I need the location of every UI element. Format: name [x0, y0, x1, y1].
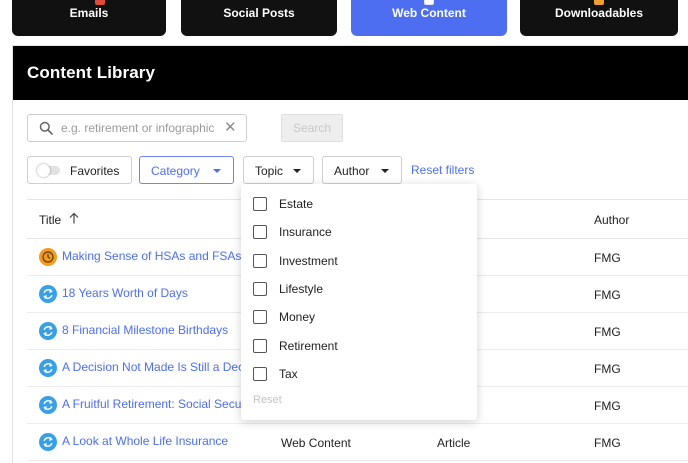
sync-icon: [39, 433, 57, 451]
row-title-link[interactable]: A Decision Not Made Is Still a Decision: [62, 360, 269, 374]
chevron-down-icon: [381, 169, 389, 173]
topic-option-label: Insurance: [279, 225, 332, 239]
checkbox[interactable]: [253, 282, 267, 296]
tab-social-posts[interactable]: Social Posts: [181, 0, 337, 36]
row-author: FMG: [594, 399, 621, 413]
row-author: FMG: [594, 436, 621, 450]
row-author: FMG: [594, 288, 621, 302]
row-author: FMG: [594, 325, 621, 339]
tab-downloadables-label: Downloadables: [554, 6, 643, 20]
topic-option-label: Estate: [279, 197, 314, 211]
column-author[interactable]: Author: [594, 213, 629, 227]
page-title: Content Library: [27, 63, 156, 82]
checkbox[interactable]: [253, 197, 267, 211]
search-box: ✕: [27, 114, 247, 142]
row-type: Web Content: [281, 436, 351, 450]
tab-web-content[interactable]: Web Content: [351, 0, 507, 36]
category-dropdown[interactable]: Category: [139, 156, 234, 184]
row-format: Article: [437, 436, 471, 450]
chevron-down-icon: [213, 169, 221, 173]
checkbox[interactable]: [253, 367, 267, 381]
email-icon: [95, 0, 105, 5]
author-label: Author: [334, 164, 370, 178]
topic-option-label: Tax: [279, 367, 298, 381]
clock-icon: [39, 248, 57, 266]
download-icon: [594, 0, 604, 5]
checkbox[interactable]: [253, 310, 267, 324]
topic-option-label: Lifestyle: [279, 282, 324, 296]
topic-option-investment[interactable]: Investment: [253, 252, 338, 270]
sync-icon: [39, 396, 57, 414]
search-icon: [39, 121, 53, 135]
toggle-knob: [37, 164, 50, 177]
checkbox[interactable]: [253, 339, 267, 353]
topic-option-tax[interactable]: Tax: [253, 365, 298, 383]
topic-reset-button[interactable]: Reset: [253, 394, 282, 406]
tab-emails-label: Emails: [69, 6, 109, 20]
topic-option-money[interactable]: Money: [253, 308, 315, 326]
panel-header: Content Library: [13, 46, 688, 100]
content-type-tabs: Emails Social Posts Web Content Download…: [0, 0, 688, 36]
tab-social-posts-label: Social Posts: [223, 6, 295, 20]
topic-dropdown-menu: Estate Insurance Investment Lifestyle Money R…: [241, 184, 477, 420]
topic-label: Topic: [255, 164, 284, 178]
search-input[interactable]: [61, 119, 226, 137]
row-title-link[interactable]: A Fruitful Retirement: Social Security: [62, 397, 257, 411]
sync-icon: [39, 285, 57, 303]
author-dropdown[interactable]: Author: [322, 156, 402, 184]
favorites-label: Favorites: [70, 164, 120, 178]
tab-downloadables[interactable]: Downloadables: [520, 0, 678, 36]
topic-option-lifestyle[interactable]: Lifestyle: [253, 280, 323, 298]
chevron-down-icon: [293, 169, 301, 173]
row-title-link[interactable]: 8 Financial Milestone Birthdays: [62, 323, 228, 337]
clear-icon[interactable]: ✕: [224, 120, 238, 136]
sort-arrow-up-icon[interactable]: [69, 212, 79, 224]
topic-option-estate[interactable]: Estate: [253, 195, 313, 213]
topic-option-retirement[interactable]: Retirement: [253, 337, 338, 355]
topic-dropdown[interactable]: Topic: [243, 156, 314, 184]
reset-filters-link[interactable]: Reset filters: [411, 163, 474, 177]
sync-icon: [39, 359, 57, 377]
row-title-link[interactable]: Making Sense of HSAs and FSAs: [62, 249, 241, 263]
web-icon: [424, 0, 434, 5]
toggle-switch[interactable]: [37, 164, 60, 177]
sync-icon: [39, 322, 57, 340]
tab-emails[interactable]: Emails: [12, 0, 166, 36]
column-title[interactable]: Title: [39, 213, 61, 227]
topic-option-insurance[interactable]: Insurance: [253, 223, 332, 241]
checkbox[interactable]: [253, 225, 267, 239]
topic-option-label: Money: [279, 310, 316, 324]
row-title-link[interactable]: 18 Years Worth of Days: [62, 286, 188, 300]
table-row[interactable]: A Look at Whole Life Insurance Web Conten…: [27, 424, 688, 461]
favorites-toggle[interactable]: Favorites: [27, 156, 132, 184]
topic-option-label: Retirement: [279, 339, 338, 353]
row-author: FMG: [594, 362, 621, 376]
checkbox[interactable]: [253, 254, 267, 268]
tab-web-content-label: Web Content: [392, 6, 466, 20]
row-title-link[interactable]: A Look at Whole Life Insurance: [62, 434, 228, 448]
row-author: FMG: [594, 251, 621, 265]
search-button[interactable]: Search: [281, 114, 343, 142]
category-label: Category: [151, 164, 200, 178]
topic-option-label: Investment: [279, 254, 338, 268]
